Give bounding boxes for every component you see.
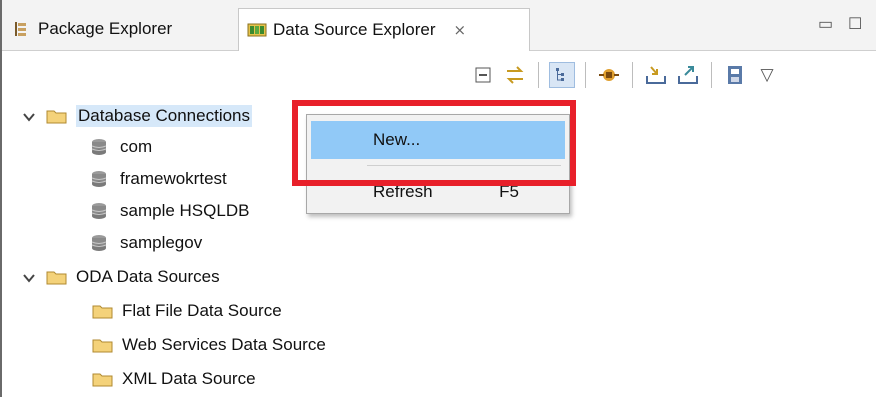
- data-source-explorer-view: Package Explorer Data Source Explorer ⨯ …: [0, 0, 876, 397]
- highlight-callout: [292, 100, 576, 186]
- tree-layout-icon[interactable]: [549, 62, 575, 88]
- database-icon: [90, 170, 108, 188]
- view-menu-icon[interactable]: ▽: [754, 62, 780, 88]
- tree-node-label: framewokrtest: [120, 169, 227, 188]
- folder-icon: [46, 108, 68, 124]
- tab-label: Data Source Explorer: [273, 20, 436, 39]
- tree-node-label: ODA Data Sources: [76, 267, 220, 286]
- tree-node-label: XML Data Source: [122, 369, 256, 388]
- tab-bar: Package Explorer Data Source Explorer ⨯ …: [2, 0, 876, 51]
- chevron-down-icon[interactable]: [22, 270, 36, 284]
- chevron-down-icon[interactable]: [22, 109, 36, 123]
- database-icon: [90, 138, 108, 156]
- tree-node-label: sample HSQLDB: [120, 201, 250, 220]
- tree-node-label: Database Connections: [76, 105, 253, 127]
- tree-node-label: com: [120, 137, 153, 156]
- tree-node-label: Flat File Data Source: [122, 301, 282, 320]
- tree-node-database-connections[interactable]: Database Connections: [22, 101, 253, 131]
- close-icon[interactable]: ⨯: [454, 21, 467, 39]
- tab-label: Package Explorer: [38, 19, 173, 38]
- maximize-icon[interactable]: ☐: [848, 14, 862, 34]
- save-icon[interactable]: [722, 62, 748, 88]
- folder-icon: [92, 303, 114, 319]
- tree-node-label: Web Services Data Source: [122, 335, 326, 354]
- tree-node-web-services-data-source[interactable]: Web Services Data Source: [92, 330, 326, 360]
- data-source-explorer-icon: [247, 21, 267, 39]
- database-icon: [90, 202, 108, 220]
- export-icon[interactable]: [675, 62, 701, 88]
- tree-node-sample-hsqldb[interactable]: sample HSQLDB: [90, 196, 249, 226]
- folder-icon: [46, 269, 68, 285]
- tree-node-samplegov[interactable]: samplegov: [90, 228, 202, 258]
- package-explorer-icon: [12, 20, 30, 38]
- view-toolbar: ▽: [470, 58, 780, 92]
- tree-node-framewokrtest[interactable]: framewokrtest: [90, 164, 227, 194]
- import-icon[interactable]: [643, 62, 669, 88]
- view-border: [0, 0, 2, 397]
- minimize-icon[interactable]: ▭: [818, 14, 833, 34]
- tab-data-source-explorer[interactable]: Data Source Explorer ⨯: [238, 8, 530, 51]
- tab-package-explorer[interactable]: Package Explorer: [4, 8, 236, 50]
- tree-node-label: samplegov: [120, 233, 203, 252]
- toolbar-separator: [585, 62, 586, 88]
- folder-icon: [92, 337, 114, 353]
- link-with-editor-icon[interactable]: [502, 62, 528, 88]
- connect-icon[interactable]: [596, 62, 622, 88]
- database-icon: [90, 234, 108, 252]
- tree-node-com[interactable]: com: [90, 132, 152, 162]
- tree-node-xml-data-source[interactable]: XML Data Source: [92, 364, 256, 394]
- toolbar-separator: [711, 62, 712, 88]
- tree-node-flat-file-data-source[interactable]: Flat File Data Source: [92, 296, 282, 326]
- collapse-all-icon[interactable]: [470, 62, 496, 88]
- folder-icon: [92, 371, 114, 387]
- toolbar-separator: [538, 62, 539, 88]
- tree-node-oda-data-sources[interactable]: ODA Data Sources: [22, 262, 220, 292]
- toolbar-separator: [632, 62, 633, 88]
